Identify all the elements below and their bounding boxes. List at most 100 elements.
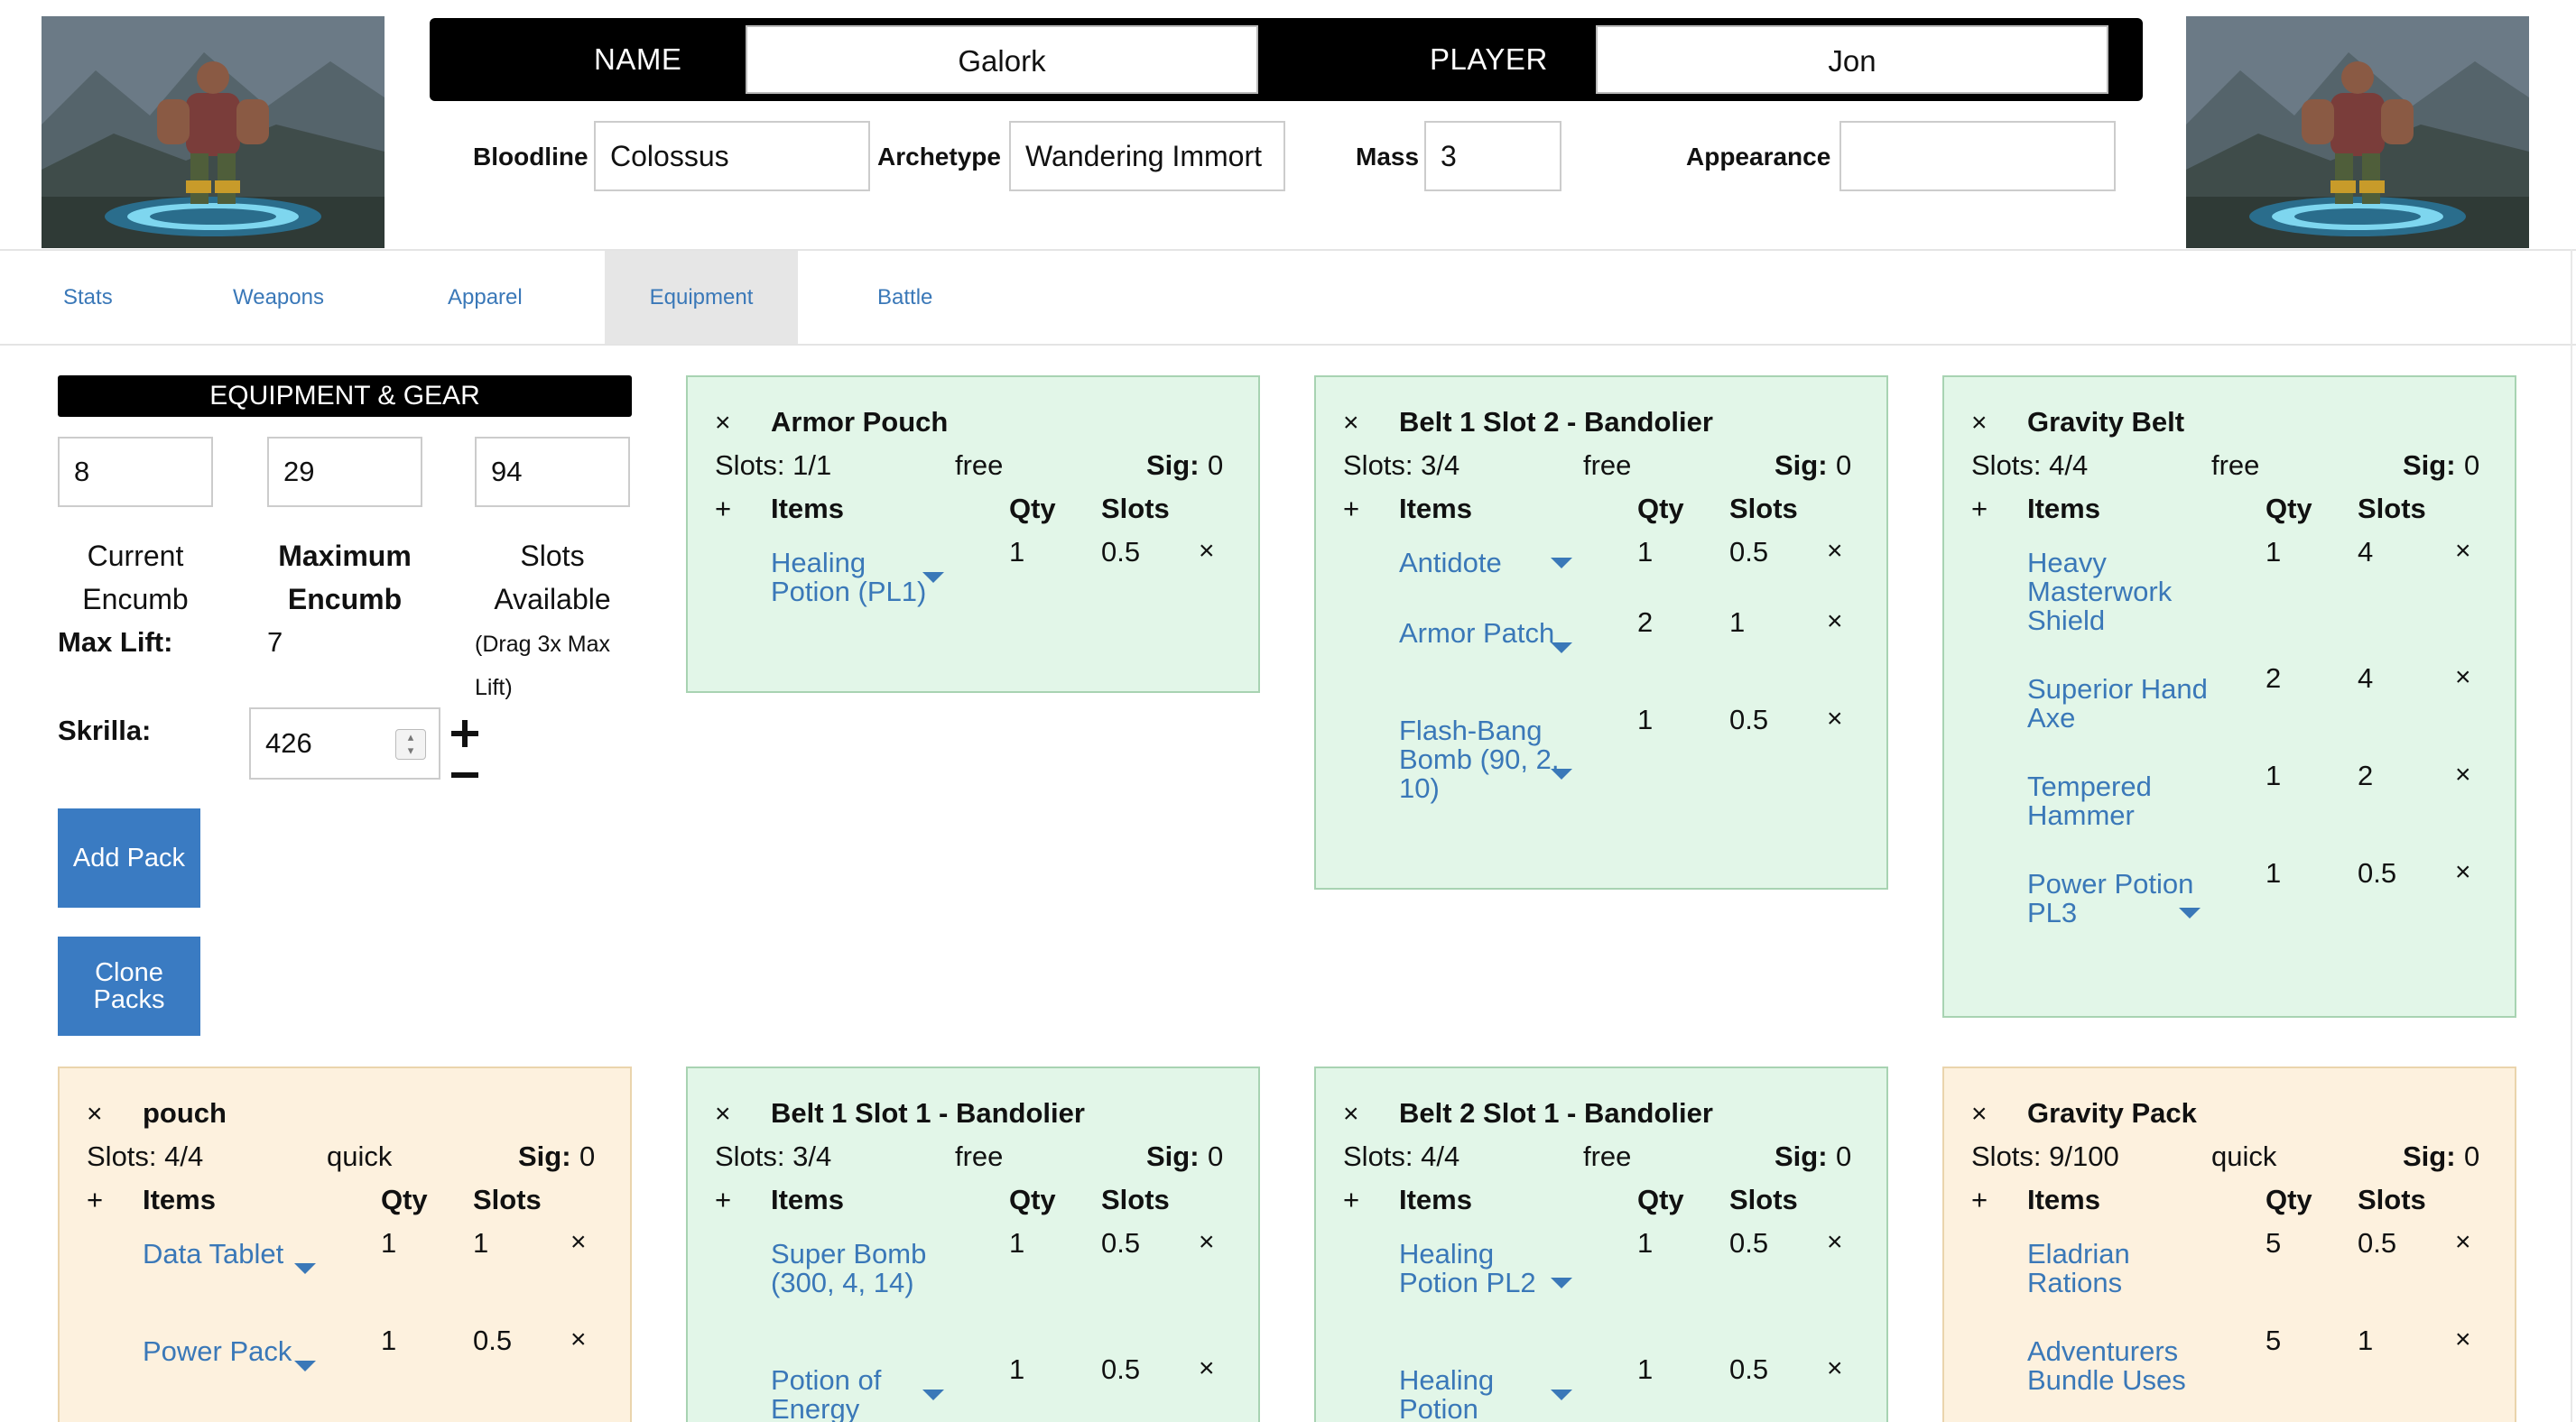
sig-label: Sig: bbox=[518, 1140, 571, 1172]
add-item-icon[interactable]: + bbox=[1343, 493, 1359, 525]
chevron-down-icon[interactable] bbox=[294, 1361, 316, 1371]
name-input[interactable]: Galork bbox=[746, 25, 1258, 94]
pack-title: Belt 2 Slot 1 - Bandolier bbox=[1399, 1097, 1713, 1129]
tab-weapons[interactable]: Weapons bbox=[233, 251, 324, 344]
remove-item-icon[interactable]: × bbox=[1827, 536, 1843, 567]
remove-pack-icon[interactable]: × bbox=[1343, 1099, 1359, 1130]
item-name-link[interactable]: Healing Potion PL2 bbox=[1399, 1240, 1580, 1297]
item-name-link[interactable]: Adventurers Bundle Uses bbox=[2027, 1337, 2208, 1395]
item-slots: 0.5 bbox=[2358, 1227, 2397, 1259]
pack-mode: free bbox=[1583, 449, 1632, 481]
remove-item-icon[interactable]: × bbox=[1827, 606, 1843, 637]
pack-slots: Slots: 1/1 bbox=[715, 449, 832, 481]
item-slots: 0.5 bbox=[1101, 536, 1141, 568]
add-item-icon[interactable]: + bbox=[715, 493, 731, 525]
tab-apparel[interactable]: Apparel bbox=[448, 251, 523, 344]
remove-item-icon[interactable]: × bbox=[1199, 1227, 1215, 1258]
player-input[interactable]: Jon bbox=[1596, 25, 2108, 94]
remove-pack-icon[interactable]: × bbox=[715, 1099, 731, 1130]
max-lift-value: 7 bbox=[267, 626, 283, 658]
skrilla-label: Skrilla: bbox=[58, 715, 152, 746]
remove-item-icon[interactable]: × bbox=[2455, 857, 2471, 888]
remove-item-icon[interactable]: × bbox=[2455, 1325, 2471, 1355]
remove-item-icon[interactable]: × bbox=[1199, 1353, 1215, 1384]
add-item-icon[interactable]: + bbox=[1971, 1184, 1988, 1216]
items-header: Items bbox=[2027, 1184, 2100, 1215]
pack-mode: free bbox=[2211, 449, 2260, 481]
item-qty: 1 bbox=[1637, 536, 1654, 568]
remove-pack-icon[interactable]: × bbox=[715, 408, 731, 439]
remove-item-icon[interactable]: × bbox=[1827, 704, 1843, 734]
skrilla-value: 426 bbox=[265, 727, 312, 759]
chevron-down-icon[interactable] bbox=[1551, 769, 1572, 780]
pack-mode: quick bbox=[327, 1140, 393, 1172]
items-header: Items bbox=[1399, 493, 1472, 524]
item-name-link[interactable]: Super Bomb (300, 4, 14) bbox=[771, 1240, 951, 1297]
chevron-down-icon[interactable] bbox=[2179, 908, 2201, 919]
remove-item-icon[interactable]: × bbox=[570, 1227, 587, 1258]
add-item-icon[interactable]: + bbox=[715, 1184, 731, 1216]
remove-pack-icon[interactable]: × bbox=[1971, 1099, 1988, 1130]
chevron-down-icon[interactable] bbox=[922, 1390, 944, 1400]
bloodline-label: Bloodline bbox=[473, 143, 588, 171]
name-label: NAME bbox=[594, 42, 682, 76]
skrilla-input[interactable]: 426 ▴ ▾ bbox=[249, 707, 440, 780]
item-qty: 5 bbox=[2266, 1325, 2282, 1356]
remove-pack-icon[interactable]: × bbox=[1971, 408, 1988, 439]
subtract-skrilla-button[interactable] bbox=[449, 760, 480, 790]
slots-available-input[interactable]: 94 bbox=[475, 437, 630, 507]
remove-item-icon[interactable]: × bbox=[1827, 1353, 1843, 1384]
remove-item-icon[interactable]: × bbox=[570, 1325, 587, 1355]
bloodline-input[interactable]: Colossus bbox=[594, 121, 870, 191]
item-slots: 4 bbox=[2358, 536, 2374, 568]
item-name-link[interactable]: Tempered Hammer bbox=[2027, 772, 2208, 830]
add-skrilla-button[interactable] bbox=[449, 718, 480, 749]
items-header: Items bbox=[2027, 493, 2100, 524]
item-name-link[interactable]: Superior Hand Axe bbox=[2027, 675, 2208, 733]
drag-note: (Drag 3x Max Lift) bbox=[475, 632, 611, 700]
remove-item-icon[interactable]: × bbox=[2455, 760, 2471, 790]
qty-header: Qty bbox=[1637, 493, 1684, 524]
add-pack-button[interactable]: Add Pack bbox=[58, 808, 200, 908]
current-encumb-input[interactable]: 8 bbox=[58, 437, 213, 507]
remove-pack-icon[interactable]: × bbox=[1343, 408, 1359, 439]
remove-item-icon[interactable]: × bbox=[1827, 1227, 1843, 1258]
item-slots: 1 bbox=[2358, 1325, 2374, 1356]
chevron-down-icon[interactable] bbox=[294, 1263, 316, 1274]
item-name-link[interactable]: Flash-Bang Bomb (90, 2, 10) bbox=[1399, 716, 1580, 803]
qty-header: Qty bbox=[1009, 1184, 1056, 1215]
add-item-icon[interactable]: + bbox=[1343, 1184, 1359, 1216]
chevron-down-icon[interactable] bbox=[922, 572, 944, 583]
item-name-link[interactable]: Eladrian Rations bbox=[2027, 1240, 2208, 1297]
add-item-icon[interactable]: + bbox=[1971, 493, 1988, 525]
sig-value: 0 bbox=[1208, 1140, 1224, 1172]
chevron-down-icon[interactable] bbox=[1551, 642, 1572, 653]
chevron-down-icon[interactable] bbox=[1551, 1278, 1572, 1288]
remove-item-icon[interactable]: × bbox=[2455, 662, 2471, 693]
tab-battle[interactable]: Battle bbox=[877, 251, 932, 344]
item-name-link[interactable]: Power Potion PL3 bbox=[2027, 870, 2208, 928]
pack-title: Gravity Pack bbox=[2027, 1097, 2197, 1129]
maximum-encumb-input[interactable]: 29 bbox=[267, 437, 422, 507]
item-qty: 1 bbox=[1009, 536, 1025, 568]
spinner-icon[interactable]: ▴ ▾ bbox=[395, 729, 426, 760]
remove-pack-icon[interactable]: × bbox=[87, 1099, 103, 1130]
remove-item-icon[interactable]: × bbox=[1199, 536, 1215, 567]
remove-item-icon[interactable]: × bbox=[2455, 536, 2471, 567]
chevron-down-icon[interactable] bbox=[1551, 1390, 1572, 1400]
add-item-icon[interactable]: + bbox=[87, 1184, 103, 1216]
tab-stats[interactable]: Stats bbox=[63, 251, 113, 344]
item-qty: 1 bbox=[381, 1325, 397, 1356]
slots-header: Slots bbox=[2358, 493, 2426, 524]
clone-packs-button[interactable]: Clone Packs bbox=[58, 937, 200, 1036]
item-name-link[interactable]: Heavy Masterwork Shield bbox=[2027, 549, 2208, 635]
archetype-input[interactable]: Wandering Immort bbox=[1009, 121, 1285, 191]
item-qty: 1 bbox=[1009, 1353, 1025, 1385]
appearance-input[interactable] bbox=[1839, 121, 2116, 191]
item-qty: 1 bbox=[1009, 1227, 1025, 1259]
mass-input[interactable]: 3 bbox=[1424, 121, 1561, 191]
tab-equipment[interactable]: Equipment bbox=[605, 251, 798, 344]
chevron-down-icon[interactable] bbox=[1551, 558, 1572, 568]
item-qty: 1 bbox=[2266, 857, 2282, 889]
remove-item-icon[interactable]: × bbox=[2455, 1227, 2471, 1258]
